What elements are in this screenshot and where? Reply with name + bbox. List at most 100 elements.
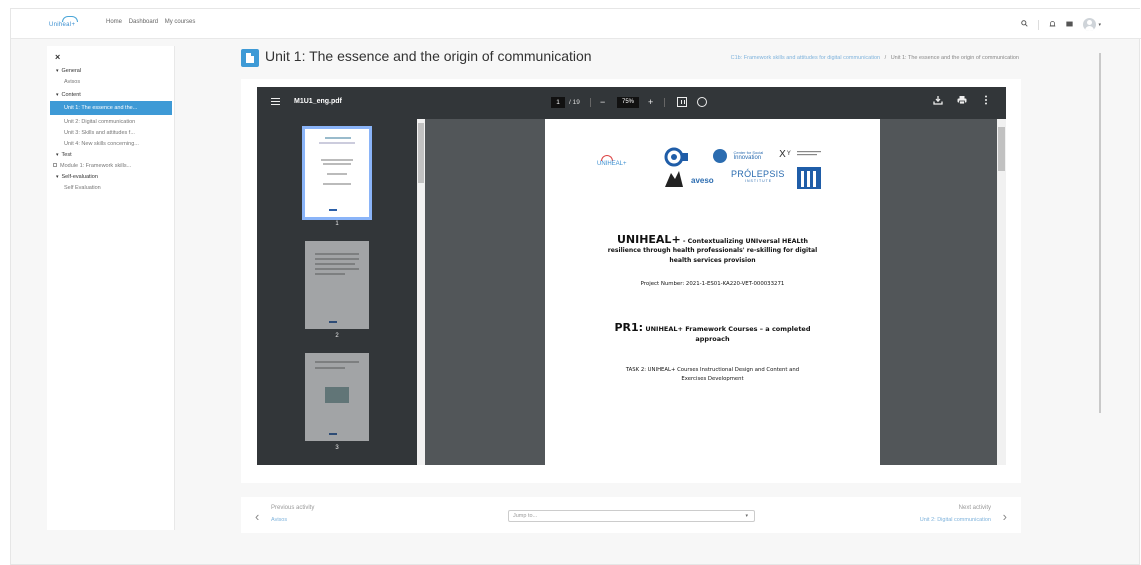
page-thumbnail[interactable] <box>305 353 369 441</box>
chevron-right-icon[interactable]: › <box>1003 509 1007 524</box>
zoom-out-icon[interactable]: − <box>600 96 605 108</box>
print-icon[interactable] <box>957 95 967 108</box>
toolbar-divider <box>590 98 591 107</box>
download-icon[interactable] <box>933 95 943 108</box>
breadcrumb-current: Unit 1: The essence and the origin of co… <box>890 55 1019 61</box>
messages-icon[interactable] <box>1066 21 1074 29</box>
course-section-general[interactable]: ▾ General <box>47 66 175 77</box>
thumb-line <box>327 173 347 175</box>
main-content-panel: M1U1_eng.pdf 1 / 19 − 75% + 1 2 3 UNIHEA… <box>241 79 1021 483</box>
scrollbar-thumb[interactable] <box>418 123 424 183</box>
doc-pr-heading: PR1: UNIHEAL+ Framework Courses – a comp… <box>545 321 880 334</box>
pdf-filename: M1U1_eng.pdf <box>294 98 342 105</box>
course-item-module-1[interactable]: Module 1: Framework skills... <box>47 161 175 172</box>
thumb-line <box>323 183 351 185</box>
notification-bell-icon[interactable] <box>1049 20 1056 30</box>
next-activity-label: Next activity <box>958 505 991 511</box>
course-item-self-evaluation[interactable]: Self Evaluation <box>47 183 175 194</box>
nav-dashboard-link[interactable]: Dashboard <box>129 19 158 25</box>
course-section-self-evaluation[interactable]: ▾ Self-evaluation <box>47 172 175 183</box>
thumb-line <box>329 433 337 435</box>
chevron-down-icon: ▾ <box>56 152 59 158</box>
section-label: Self-evaluation <box>61 174 98 180</box>
more-options-icon[interactable] <box>984 95 988 108</box>
chevron-left-icon[interactable]: ‹ <box>255 509 259 524</box>
fit-page-icon[interactable] <box>677 97 687 107</box>
jump-to-select[interactable]: Jump to... ▾ <box>508 510 755 522</box>
avatar <box>1083 18 1097 31</box>
user-menu-toggle[interactable]: ▾ <box>1083 18 1101 31</box>
doc-subtitle-line-2: health services provision <box>669 257 756 264</box>
zoom-in-icon[interactable]: + <box>648 96 653 108</box>
logo-text: Uniheal+ <box>49 22 76 28</box>
activity-navigation: ‹ Previous activity Avisos Jump to... ▾ … <box>241 497 1021 533</box>
chevron-down-icon: ▾ <box>56 174 59 180</box>
page-thumbnail[interactable] <box>305 241 369 329</box>
course-index-list: ▾ General Avisos ▾ Content Unit 1: The ess… <box>47 66 175 194</box>
previous-activity-label: Previous activity <box>271 505 315 511</box>
rotate-icon[interactable] <box>697 97 707 107</box>
svg-text:X: X <box>779 149 786 160</box>
thumb-line <box>329 209 337 211</box>
resource-file-icon <box>241 49 259 67</box>
pdf-page: UNIHEAL+ Center for Social Innovation X … <box>545 119 880 465</box>
uniheal-logo-text: UNIHEAL+ <box>597 161 627 167</box>
zoom-input[interactable]: 75% <box>617 97 639 108</box>
close-drawer-icon[interactable]: × <box>55 52 60 62</box>
doc-title-big: UNIHEAL+ <box>616 233 681 246</box>
pdf-toolbar: M1U1_eng.pdf 1 / 19 − 75% + <box>257 87 1006 119</box>
doc-title-rest: - Contextualizing UNIversal HEALth <box>680 238 809 245</box>
globe-icon <box>713 148 727 163</box>
thumbnail-page-number: 1 <box>335 221 339 227</box>
breadcrumb-course-link[interactable]: C1b: Framework skills and attitudes for … <box>731 55 880 61</box>
thumb-line <box>323 163 351 165</box>
doc-pr-big: PR1: <box>614 321 644 334</box>
previous-activity-link[interactable]: Avisos <box>271 517 287 523</box>
section-label: General <box>61 68 82 74</box>
doc-project-number: Project Number: 2021-1-ES01-KA220-VET-00… <box>640 281 785 287</box>
partner-logo-3 <box>797 167 821 189</box>
thumbnail-scrollbar[interactable] <box>417 119 425 465</box>
doc-pr-rest: UNIHEAL+ Framework Courses – a completed <box>643 325 811 333</box>
thumbnail-page-number: 2 <box>335 333 339 339</box>
course-section-content[interactable]: ▾ Content <box>47 90 175 101</box>
thumb-line <box>315 253 359 255</box>
menu-icon[interactable] <box>271 98 280 105</box>
page-scrollbar[interactable] <box>1099 53 1101 413</box>
section-label: Content <box>61 92 81 98</box>
course-item-unit-2[interactable]: Unit 2: Digital communication <box>47 117 175 128</box>
prolepsis-logo-text: PRÓLEPSIS <box>731 169 785 179</box>
thumb-line <box>329 321 337 323</box>
course-item-unit-4[interactable]: Unit 4: New skills concerning... <box>47 139 175 150</box>
course-section-test[interactable]: ▾ Test <box>47 150 175 161</box>
course-item-unit-1[interactable]: Unit 1: The essence and the... <box>50 101 172 115</box>
thumbnail-page-number: 3 <box>335 445 339 451</box>
thumbnail-sidebar: 1 2 3 <box>257 119 425 465</box>
user-menu-area: ▾ <box>1021 18 1101 31</box>
chevron-down-icon: ▾ <box>1098 21 1101 28</box>
partner-logo-2 <box>663 169 685 189</box>
jump-to-placeholder: Jump to... <box>513 513 538 519</box>
next-activity-link[interactable]: Unit 2: Digital communication <box>920 517 991 523</box>
thumb-line <box>315 367 345 369</box>
course-item-unit-3[interactable]: Unit 3: Skills and attitudes f... <box>47 128 175 139</box>
page-title: Unit 1: The essence and the origin of co… <box>265 48 592 64</box>
document-scrollbar[interactable] <box>997 119 1006 465</box>
page-number-input[interactable]: 1 <box>551 97 565 108</box>
thumb-line <box>315 263 355 265</box>
partner-logo-xy: XY <box>779 147 825 161</box>
scrollbar-thumb[interactable] <box>998 127 1005 171</box>
pdf-document-viewport[interactable]: UNIHEAL+ Center for Social Innovation X … <box>425 119 1006 465</box>
nav-home-link[interactable]: Home <box>106 19 122 25</box>
chevron-down-icon: ▾ <box>56 68 59 74</box>
thumb-illustration <box>325 387 349 403</box>
site-logo[interactable]: Uniheal+ <box>49 16 93 32</box>
page-thumbnail[interactable] <box>302 126 372 220</box>
search-icon[interactable] <box>1021 20 1029 29</box>
breadcrumb-separator: / <box>884 55 887 61</box>
uniheal-logo: UNIHEAL+ <box>597 155 627 167</box>
chevron-down-icon: ▾ <box>745 513 748 519</box>
nav-my-courses-link[interactable]: My courses <box>165 19 196 25</box>
thumb-line <box>315 258 359 260</box>
course-item-avisos[interactable]: Avisos <box>47 77 175 88</box>
